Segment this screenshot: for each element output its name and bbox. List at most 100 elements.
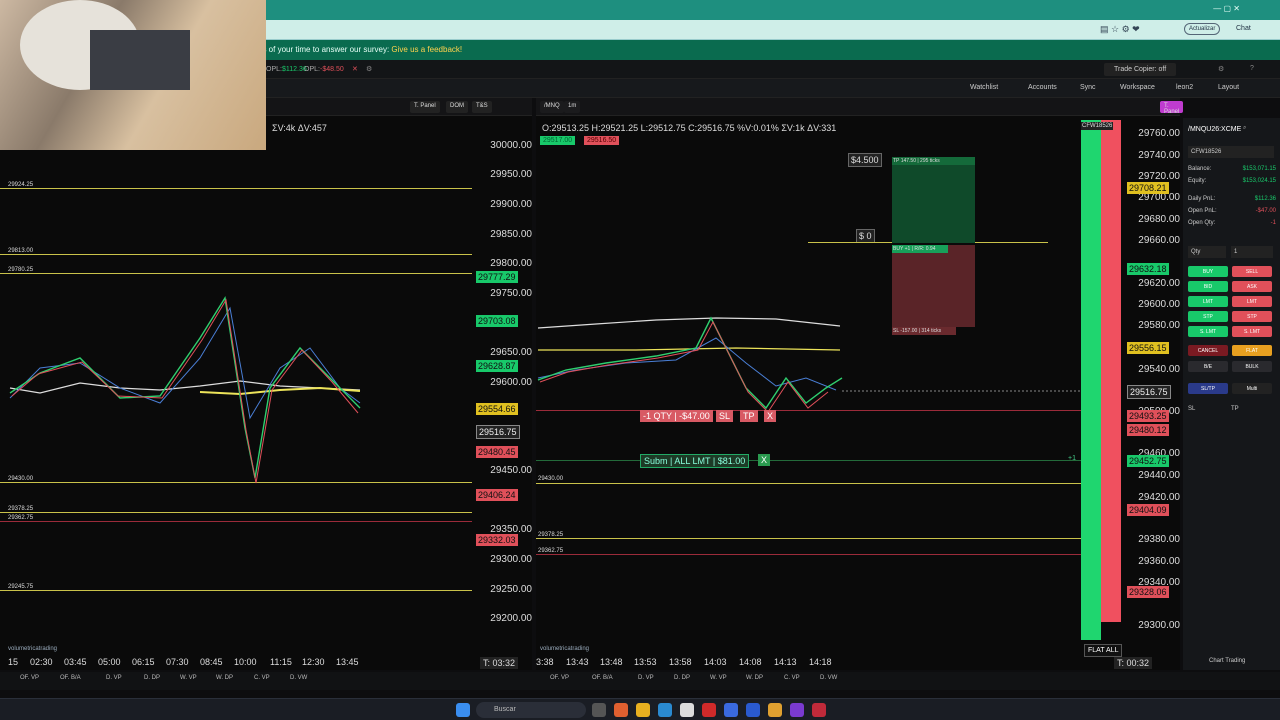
- close-position-button[interactable]: X: [764, 410, 777, 422]
- flat-button[interactable]: FLAT: [1232, 345, 1272, 356]
- indicator-toggle[interactable]: W. DP: [746, 675, 763, 681]
- cancel-button[interactable]: CANCEL: [1188, 345, 1228, 356]
- right-chart-panel[interactable]: /MNQ 1m T. Panel O:29513.25 H:29521.25 L…: [536, 98, 1184, 670]
- order-label[interactable]: Subm | ALL LMT | $81.00: [640, 454, 750, 468]
- symbol-button[interactable]: /MNQ: [540, 101, 564, 113]
- ask-button[interactable]: ASK: [1232, 281, 1272, 292]
- indicator-toggle[interactable]: OF. VP: [20, 675, 39, 681]
- last-price-tag: 29516.75: [1127, 385, 1171, 399]
- help-icon[interactable]: ?: [1250, 65, 1254, 72]
- bid-button[interactable]: BID: [1188, 281, 1228, 292]
- sell-stop-button[interactable]: STP: [1232, 311, 1272, 322]
- time-label: 03:45: [64, 657, 87, 667]
- bulk-button[interactable]: BULK: [1232, 361, 1272, 372]
- order-qty: +1: [1068, 455, 1076, 462]
- app-icon[interactable]: [746, 703, 760, 717]
- buy-limit-button[interactable]: LMT: [1188, 296, 1228, 307]
- price-tag: 29703.08: [476, 315, 518, 327]
- indicator-toggle[interactable]: D. VP: [106, 675, 122, 681]
- price-tag: 29632.18: [1127, 263, 1169, 275]
- settings-icon[interactable]: ⚙: [1218, 65, 1224, 73]
- window-controls[interactable]: — ▢ ✕: [1213, 4, 1240, 13]
- time-label: 13:58: [669, 657, 692, 667]
- indicator-toggle[interactable]: D. VP: [638, 675, 654, 681]
- t-panel-button[interactable]: T. Panel: [410, 101, 440, 113]
- sell-stop-limit-button[interactable]: S. LMT: [1232, 326, 1272, 337]
- app-icon[interactable]: [812, 703, 826, 717]
- zero-pnl: $ 0: [856, 229, 875, 243]
- task-view-icon[interactable]: [592, 703, 606, 717]
- interval-button[interactable]: 1m: [564, 101, 581, 113]
- sell-limit-button[interactable]: LMT: [1232, 296, 1272, 307]
- tp-button[interactable]: TP: [740, 410, 758, 422]
- gear-icon[interactable]: ⚙: [366, 65, 372, 73]
- sell-button[interactable]: SELL: [1232, 266, 1272, 277]
- chat-button[interactable]: Chat: [1236, 25, 1251, 32]
- left-stats: ΣV:4k ΔV:457: [272, 123, 327, 133]
- indicator-toggle[interactable]: W. VP: [710, 675, 727, 681]
- tp-zone[interactable]: TP 147.50 | 295 ticks: [892, 157, 975, 243]
- update-button[interactable]: Actualizar: [1184, 23, 1221, 35]
- buy-button[interactable]: BUY: [1188, 266, 1228, 277]
- indicator-toggle[interactable]: W. VP: [180, 675, 197, 681]
- close-icon[interactable]: ✕: [352, 65, 358, 73]
- side-symbol[interactable]: /MNQU26:XCME: [1188, 126, 1241, 133]
- workspace-link[interactable]: Workspace: [1120, 84, 1155, 91]
- time-label: 13:45: [336, 657, 359, 667]
- left-chart-panel[interactable]: T. Panel DOM T&S ΣV:4k ΔV:457 30000.00 2…: [0, 98, 532, 670]
- chart-trading-toggle[interactable]: Chart Trading: [1209, 658, 1245, 664]
- qty-input[interactable]: 1: [1231, 246, 1273, 258]
- dom-button[interactable]: DOM: [446, 101, 468, 113]
- sync-link[interactable]: Sync: [1080, 84, 1096, 91]
- start-icon[interactable]: [456, 703, 470, 717]
- toolbar-icons[interactable]: ▤ ☆ ⚙ ❤: [1100, 24, 1140, 35]
- app-icon[interactable]: [702, 703, 716, 717]
- app-icon[interactable]: [614, 703, 628, 717]
- app-icon[interactable]: [724, 703, 738, 717]
- search-icon[interactable]: ⌕: [1243, 125, 1246, 132]
- sltp-tab[interactable]: SL/TP: [1188, 383, 1228, 394]
- buy-stop-limit-button[interactable]: S. LMT: [1188, 326, 1228, 337]
- multi-tab[interactable]: Multi: [1232, 383, 1272, 394]
- indicator-toggle[interactable]: D. DP: [674, 675, 690, 681]
- folder-icon[interactable]: [636, 703, 650, 717]
- price-tag: 29328.06: [1127, 586, 1169, 598]
- edge-icon[interactable]: [658, 703, 672, 717]
- watchlist-link[interactable]: Watchlist: [970, 84, 998, 91]
- indicator-toggle[interactable]: D. VW: [290, 675, 307, 681]
- layout-link[interactable]: Layout: [1218, 84, 1239, 91]
- ask-box[interactable]: 29516.50: [584, 136, 620, 145]
- qty-mode-select[interactable]: Qty: [1188, 246, 1226, 258]
- cancel-order-button[interactable]: X: [758, 454, 771, 466]
- indicator-toggle[interactable]: D. DP: [144, 675, 160, 681]
- flat-all-button[interactable]: FLAT ALL: [1084, 644, 1123, 657]
- price-tag: 29556.15: [1127, 342, 1169, 354]
- ts-button[interactable]: T&S: [472, 101, 492, 113]
- chrome-icon[interactable]: [768, 703, 782, 717]
- indicator-toggle[interactable]: C. VP: [784, 675, 800, 681]
- price-label: 29200.00: [490, 613, 532, 624]
- price-label: 29420.00: [1138, 492, 1180, 503]
- breakeven-button[interactable]: B/E: [1188, 361, 1228, 372]
- taskbar-search[interactable]: Buscar: [476, 702, 586, 718]
- trade-copier[interactable]: Trade Copier: off: [1104, 63, 1177, 76]
- time-label: 3:38: [536, 657, 554, 667]
- app-icon[interactable]: [790, 703, 804, 717]
- time-label: 14:03: [704, 657, 727, 667]
- indicator-toggle[interactable]: OF. VP: [550, 675, 569, 681]
- indicator-toggle[interactable]: D. VW: [820, 675, 837, 681]
- accounts-link[interactable]: Accounts: [1028, 84, 1057, 91]
- survey-link[interactable]: Give us a feedback!: [391, 45, 462, 54]
- indicator-toggle[interactable]: OF. B/A: [60, 675, 81, 681]
- bid-box[interactable]: 29517.00: [540, 136, 576, 145]
- row-key: Daily PnL:: [1188, 196, 1216, 202]
- account-select[interactable]: CFW18526: [1188, 146, 1274, 158]
- indicator-toggle[interactable]: W. DP: [216, 675, 233, 681]
- buy-stop-button[interactable]: STP: [1188, 311, 1228, 322]
- store-icon[interactable]: [680, 703, 694, 717]
- sl-button[interactable]: SL: [716, 410, 734, 422]
- indicator-toggle[interactable]: OF. B/A: [592, 675, 613, 681]
- t-panel-button[interactable]: T. Panel: [1160, 101, 1184, 115]
- user-link[interactable]: leon2: [1176, 84, 1193, 91]
- indicator-toggle[interactable]: C. VP: [254, 675, 270, 681]
